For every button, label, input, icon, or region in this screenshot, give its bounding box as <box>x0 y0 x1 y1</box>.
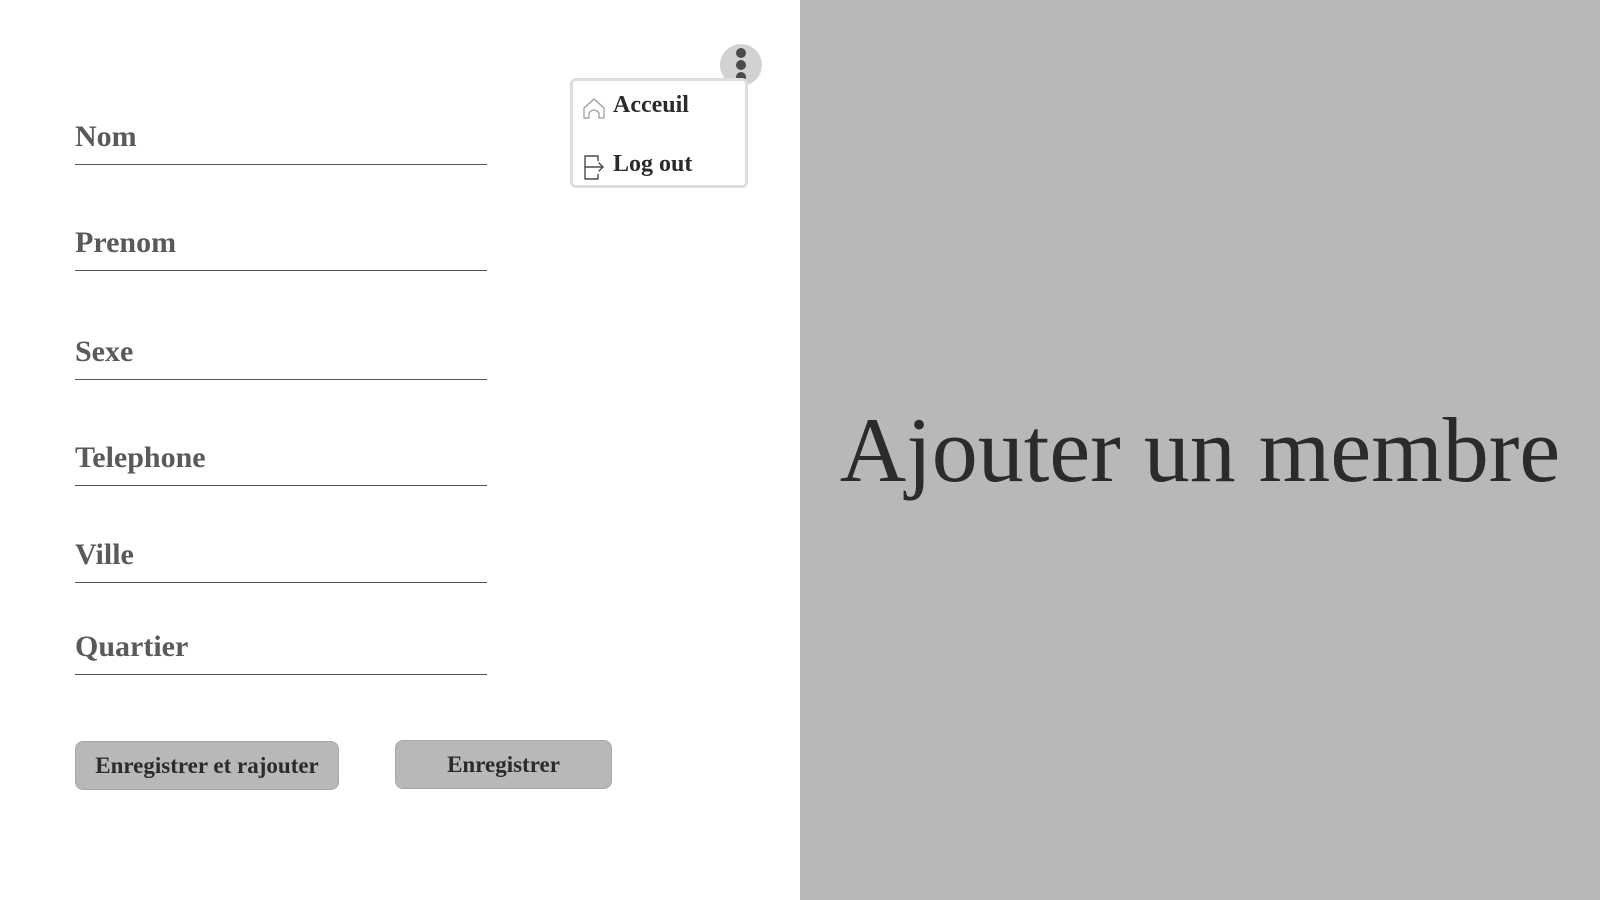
more-vertical-icon-dot <box>736 60 746 70</box>
prenom-input[interactable] <box>75 226 487 270</box>
menu-item-home[interactable]: Acceuil <box>581 86 741 126</box>
nom-field <box>75 120 487 165</box>
nom-input[interactable] <box>75 120 487 164</box>
more-vertical-icon-dot <box>736 48 746 58</box>
ville-input[interactable] <box>75 538 487 582</box>
page-title: Ajouter un membre <box>839 399 1561 501</box>
sexe-field <box>75 335 487 380</box>
dropdown-menu: Acceuil Log out <box>570 78 748 188</box>
telephone-field <box>75 441 487 486</box>
ville-field <box>75 538 487 583</box>
telephone-input[interactable] <box>75 441 487 485</box>
save-and-add-button[interactable]: Enregistrer et rajouter <box>75 741 339 790</box>
quartier-input[interactable] <box>75 630 487 674</box>
save-button[interactable]: Enregistrer <box>395 740 612 789</box>
menu-item-logout[interactable]: Log out <box>581 145 741 185</box>
prenom-field <box>75 226 487 271</box>
menu-item-home-label: Acceuil <box>613 92 689 118</box>
quartier-field <box>75 630 487 675</box>
menu-item-logout-label: Log out <box>613 151 693 177</box>
hero-panel: Ajouter un membre <box>800 0 1600 900</box>
sexe-input[interactable] <box>75 335 487 379</box>
home-icon <box>583 98 605 119</box>
form-panel: Enregistrer et rajouter Enregistrer Acce… <box>0 0 800 900</box>
logout-icon <box>584 155 604 180</box>
